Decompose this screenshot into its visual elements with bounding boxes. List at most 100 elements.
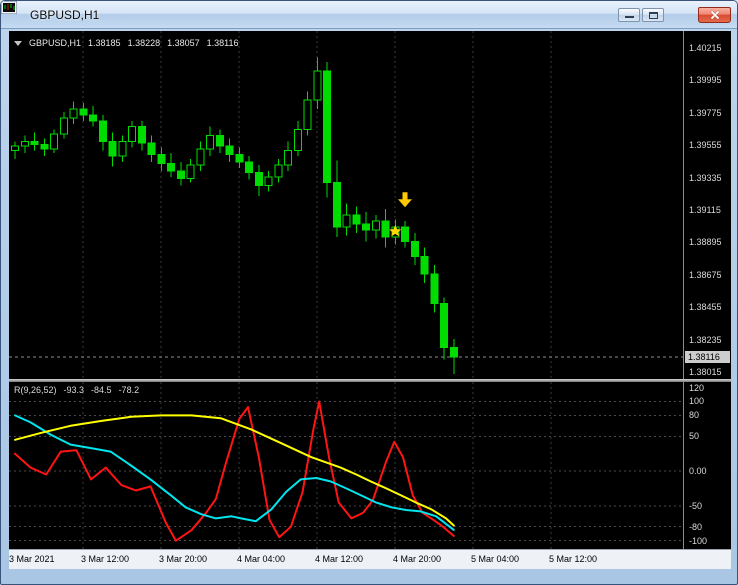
candle [332,160,341,238]
price-axis[interactable]: 1.40215 1.39995 1.39775 1.39555 1.39335 1.391… [684,31,731,379]
time-axis-label: 4 Mar 20:00 [393,554,442,564]
candle [342,203,351,236]
header-triangle-icon [14,40,22,46]
indicator-axis-label: 80 [689,410,700,421]
candle [11,141,19,160]
price-axis-label: 1.38455 [689,302,722,313]
candle [274,159,283,183]
candle [137,120,146,151]
price-axis-label: 1.39995 [689,75,722,86]
candle [401,220,409,248]
candle [118,135,127,163]
candle [69,101,78,124]
current-price-tag: 1.38116 [685,351,730,364]
mt4-chart-window: GBPUSD,H1 GBPUSD,H1 1.38185 1.38228 1.38… [0,0,738,585]
window-title: GBPUSD,H1 [30,7,100,22]
candle [176,162,185,186]
main-chart-plot[interactable]: GBPUSD,H1 1.38185 1.38228 1.38057 1.3811… [9,31,683,379]
minimize-icon [625,16,634,18]
indicator-axis-label: -100 [689,535,708,546]
candle [410,232,419,266]
candle [245,156,253,180]
indicator-axis-label: 120 [689,382,705,393]
price-axis-label: 1.40215 [689,42,722,53]
indicator-name: R(9,26,52) [14,385,57,395]
candle [352,206,361,233]
price-axis-label: 1.39555 [689,140,722,151]
candle [206,126,214,157]
candle [147,135,156,163]
candle [167,153,175,177]
candle [20,135,29,154]
candle [157,147,166,171]
candle [420,247,429,283]
ohlc-low: 1.38057 [167,38,200,48]
window-titlebar[interactable]: GBPUSD,H1 [1,1,737,29]
indicator-header: R(9,26,52) -93.3 -84.5 -78.2 [14,385,139,395]
candle [323,61,331,198]
indicator-axis-label: 50 [689,431,700,442]
chart-area: GBPUSD,H1 1.38185 1.38228 1.38057 1.3811… [9,31,731,569]
ohlc-close: 1.38116 [206,38,239,48]
indicator-value-slow: -78.2 [118,385,140,395]
candle [381,209,390,248]
indicator-axis-label: 0.00 [689,466,707,477]
candle [371,215,380,239]
indicator-value-fast: -93.3 [63,385,85,395]
indicator-axis[interactable]: 120 100 80 50 0.00 -50 -80 -100 [684,382,731,549]
price-axis-label: 1.39775 [689,107,722,118]
time-axis-label: 3 Mar 12:00 [81,554,130,564]
price-axis-label: 1.38015 [689,366,722,377]
price-axis-label: 1.38235 [689,334,722,345]
minimize-button[interactable] [618,8,640,22]
ohlc-high: 1.38228 [127,38,161,48]
candle [235,147,244,168]
indicator-axis-label: 100 [689,396,705,407]
candle [108,132,117,167]
time-axis[interactable]: 3 Mar 2021 3 Mar 12:00 3 Mar 20:00 4 Mar 04… [9,549,731,569]
sell-arrow-icon[interactable] [398,192,412,208]
maximize-icon [649,12,658,19]
close-icon [710,10,720,20]
candle [215,129,224,154]
time-axis-label: 4 Mar 04:00 [237,554,286,564]
price-axis-label: 1.38895 [689,237,722,248]
candle [196,141,205,171]
indicator-plot[interactable]: R(9,26,52) -93.3 -84.5 -78.2 [9,382,683,549]
symbol-period-label: GBPUSD,H1 [29,38,82,48]
time-axis-label: 3 Mar 20:00 [159,554,208,564]
candle [449,338,458,375]
candle [293,120,302,157]
candle [89,106,97,127]
candle [30,132,39,151]
price-axis-label: 1.39115 [689,204,721,215]
chart-header: GBPUSD,H1 1.38185 1.38228 1.38057 1.3811… [14,38,239,48]
candle [98,114,107,151]
candle [186,159,195,183]
candle [50,129,58,154]
indicator-axis-label: -50 [689,500,703,511]
candle [254,165,263,196]
candle [440,297,448,360]
candle [362,212,370,242]
ohlc-open: 1.38185 [88,38,121,48]
candle [79,103,88,121]
candle [225,138,234,163]
time-axis-label: 5 Mar 12:00 [549,554,598,564]
candle [40,138,49,157]
candle [264,170,273,192]
time-axis-label: 3 Mar 2021 [9,554,55,564]
candle [59,111,68,139]
indicator-axis-label: -80 [689,521,703,532]
close-button[interactable] [698,7,731,23]
time-axis-label: 4 Mar 12:00 [315,554,364,564]
candle [313,57,322,110]
chart-icon [1,1,24,21]
candle [303,91,312,136]
maximize-button[interactable] [642,8,664,22]
candle [128,120,136,148]
price-axis-label: 1.39335 [689,172,722,183]
time-axis-label: 5 Mar 04:00 [471,554,520,564]
candle [430,265,439,313]
candle [284,141,292,171]
